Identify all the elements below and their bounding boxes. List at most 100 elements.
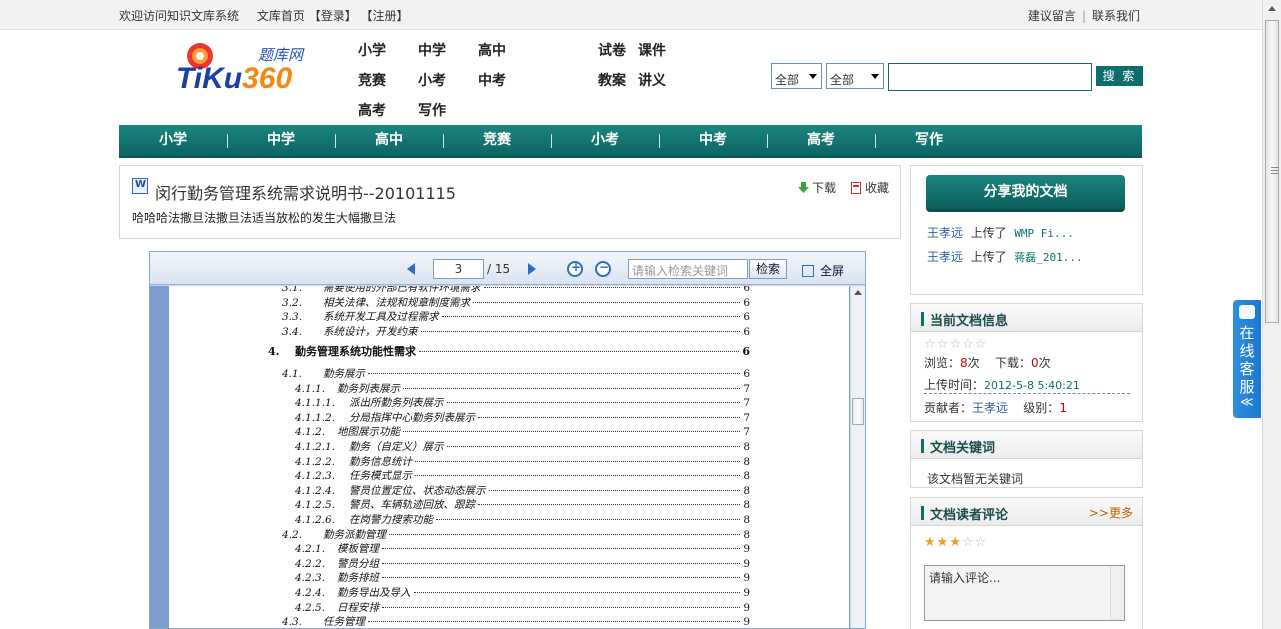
- star-filled-icon[interactable]: ★: [949, 535, 962, 550]
- collapse-chevron-icon[interactable]: ≪: [1240, 395, 1254, 410]
- page-scrollbar[interactable]: [1262, 0, 1281, 629]
- recent-upload-item[interactable]: 王孝远 上传了 蒋磊_201...: [927, 248, 1083, 265]
- category-link[interactable]: 中学: [418, 40, 446, 60]
- category-link[interactable]: 试卷: [598, 40, 626, 60]
- star-empty-icon[interactable]: ☆: [962, 337, 975, 352]
- toc-entry[interactable]: 4.2.4. 勤务导出及导入 9: [295, 585, 750, 600]
- scope-select[interactable]: 全部: [771, 63, 822, 89]
- library-home-link[interactable]: 文库首页: [257, 9, 305, 23]
- nav-item[interactable]: 高中: [335, 125, 443, 156]
- toc-entry[interactable]: 4.1.2.4. 警员位置定位、状态动态展示 8: [295, 483, 750, 498]
- scroll-thumb[interactable]: [1265, 20, 1279, 323]
- toc-entry[interactable]: 4.1.2.3. 任务模式显示 8: [295, 468, 750, 483]
- nav-item[interactable]: 竞赛: [443, 125, 551, 156]
- toc-entry[interactable]: 4.2.2. 警员分组 9: [295, 556, 750, 571]
- category-link[interactable]: 高考: [358, 100, 386, 120]
- feedback-link[interactable]: 建议留言: [1028, 9, 1076, 23]
- category-link[interactable]: 小考: [418, 70, 446, 90]
- toc-entry[interactable]: 4.1.2.2. 勤务信息统计 8: [295, 454, 750, 469]
- toc-entry[interactable]: 4.1.2.6. 在岗警力搜索功能 8: [295, 512, 750, 527]
- contributor-name[interactable]: 王孝远: [972, 401, 1008, 415]
- comment-rating-stars[interactable]: ★★★☆☆: [924, 535, 987, 550]
- star-filled-icon[interactable]: ★: [924, 535, 937, 550]
- category-link[interactable]: 写作: [418, 100, 446, 120]
- login-link[interactable]: 【登录】: [309, 9, 357, 23]
- zoom-out-icon[interactable]: −: [595, 260, 611, 277]
- toc-number: 4.1.2.1.: [295, 441, 336, 453]
- category-link[interactable]: 高中: [478, 40, 506, 60]
- uploader-name[interactable]: 王孝远: [927, 226, 963, 240]
- scroll-up-icon[interactable]: [854, 290, 862, 295]
- viewer-search-button[interactable]: 检索: [749, 259, 787, 279]
- toc-entry[interactable]: 4.2.5. 日程安排 9: [295, 600, 750, 615]
- category-link[interactable]: 讲义: [638, 70, 666, 90]
- toc-title: 勤务列表展示: [337, 382, 400, 395]
- toc-entry[interactable]: 3.2. 相关法律、法规和规章制度需求 6: [282, 295, 750, 310]
- toc-entry[interactable]: 4.1.1.2. 分局指挥中心勤务列表展示 7: [295, 410, 750, 425]
- toc-entry[interactable]: 3.4. 系统设计，开发约束 6: [282, 324, 750, 339]
- toc-number: 4.1.2.4.: [295, 484, 336, 497]
- download-button[interactable]: 下载: [798, 179, 836, 196]
- toc-entry[interactable]: 3.3. 系统开发工具及过程需求 6: [282, 309, 750, 324]
- category-link[interactable]: 中考: [478, 70, 506, 90]
- nav-item[interactable]: 写作: [875, 125, 983, 156]
- nav-item[interactable]: 高考: [767, 125, 875, 156]
- toc-entry[interactable]: 4.1.1. 勤务列表展示 7: [295, 381, 750, 396]
- category-link[interactable]: 小学: [358, 40, 386, 60]
- toc-entry[interactable]: 4. 勤务管理系统功能性需求 6: [268, 343, 750, 359]
- share-document-button[interactable]: 分享我的文档: [926, 175, 1125, 212]
- toc-entry[interactable]: 4.2.3. 勤务排班 9: [295, 570, 750, 585]
- nav-item[interactable]: 小考: [551, 125, 659, 156]
- toc-title: 勤务导出及导入: [337, 587, 411, 599]
- toc-entry[interactable]: 4.3. 任务管理 9: [282, 614, 750, 628]
- register-link[interactable]: 【注册】: [361, 9, 409, 23]
- recent-upload-item[interactable]: 王孝远 上传了 WMP Fi...: [927, 224, 1074, 241]
- scroll-thumb[interactable]: [852, 398, 864, 425]
- toc-entry[interactable]: 4.2.1. 模板管理 9: [295, 541, 750, 556]
- toc-leader: [483, 287, 741, 288]
- toc-entry[interactable]: 4.2. 勤务派勤管理 8: [282, 527, 750, 542]
- uploaded-file-name[interactable]: WMP Fi...: [1014, 227, 1074, 240]
- uploaded-file-name[interactable]: 蒋磊_201...: [1014, 251, 1082, 264]
- viewer-scrollbar[interactable]: [850, 286, 865, 628]
- toc-entry[interactable]: 4.1. 勤务展示 6: [282, 366, 750, 381]
- category-link[interactable]: 课件: [638, 40, 666, 60]
- more-comments-link[interactable]: >>更多: [1089, 504, 1133, 521]
- views-unit: 次: [967, 356, 980, 370]
- nav-item[interactable]: 中考: [659, 125, 767, 156]
- nav-item[interactable]: 中学: [227, 125, 335, 156]
- scroll-up-icon[interactable]: [1268, 6, 1276, 11]
- star-empty-icon[interactable]: ☆: [975, 337, 988, 352]
- toc-entry[interactable]: 4.1.1.1. 派出所勤务列表展示 7: [295, 395, 750, 410]
- nav-item[interactable]: 小学: [119, 125, 227, 156]
- toc-entry[interactable]: 4.1.2.5. 警员、车辆轨迹回放、跟踪 8: [295, 497, 750, 512]
- category-link[interactable]: 教案: [598, 70, 626, 90]
- star-filled-icon[interactable]: ★: [937, 535, 950, 550]
- favorite-button[interactable]: 收藏: [851, 179, 889, 196]
- online-service-tab[interactable]: 在线客服 ≪: [1233, 300, 1261, 418]
- star-empty-icon[interactable]: ☆: [962, 535, 975, 550]
- toc-entry[interactable]: 4.1.2.1. 勤务（自定义）展示 8: [295, 439, 750, 454]
- next-page-icon[interactable]: [528, 263, 536, 275]
- page-number-input[interactable]: 3: [433, 259, 484, 279]
- category-link[interactable]: 竞赛: [358, 70, 386, 90]
- search-button[interactable]: 搜 索: [1096, 66, 1143, 86]
- star-empty-icon[interactable]: ☆: [924, 337, 937, 352]
- star-empty-icon[interactable]: ☆: [975, 535, 988, 550]
- word-doc-icon: [132, 178, 148, 194]
- zoom-in-icon[interactable]: +: [567, 260, 583, 277]
- viewer-search-input[interactable]: 请输入检索关键词: [628, 259, 748, 279]
- star-empty-icon[interactable]: ☆: [949, 337, 962, 352]
- type-select[interactable]: 全部: [826, 63, 884, 89]
- fullscreen-button[interactable]: 全屏: [802, 262, 844, 279]
- site-logo[interactable]: 题库网 TiKu360: [170, 38, 310, 100]
- star-empty-icon[interactable]: ☆: [937, 337, 950, 352]
- uploader-name[interactable]: 王孝远: [927, 250, 963, 264]
- search-input[interactable]: [888, 63, 1092, 91]
- toc-entry[interactable]: 4.1.2. 地图展示功能 7: [295, 424, 750, 439]
- upload-action: 上传了: [970, 250, 1007, 264]
- textarea-scrollbar[interactable]: [1110, 566, 1124, 620]
- contact-link[interactable]: 联系我们: [1092, 9, 1140, 23]
- comment-textarea[interactable]: 请输入评论...: [924, 565, 1125, 621]
- prev-page-icon[interactable]: [407, 263, 415, 275]
